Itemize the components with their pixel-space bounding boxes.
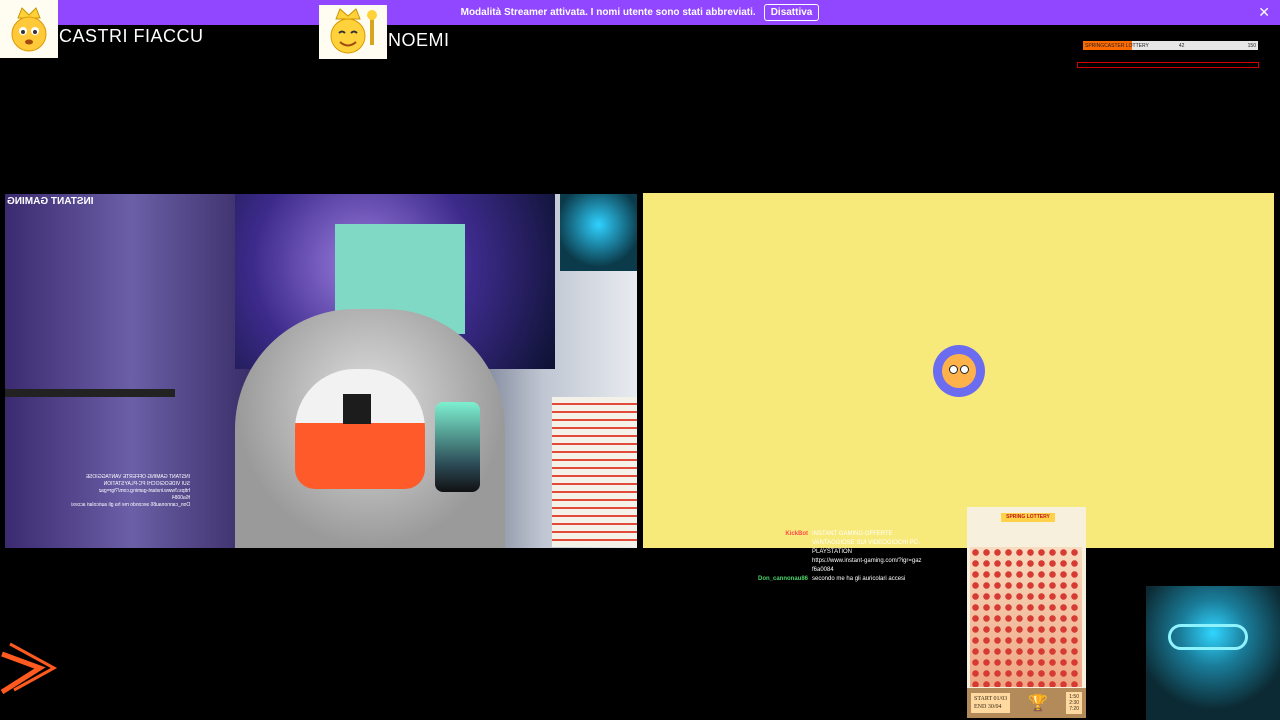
lottery-end-date: END 30/04 [974,704,1002,710]
chat-message: Don_cannonau86 secondo me ha gli auricol… [740,575,980,584]
cap-logo-icon [343,394,371,424]
lottery-progress-bar: SPRINGCASTER LOTTERY 42 150 [1083,41,1258,50]
stream-video-left[interactable]: INSTANT GAMING INSTANT GAMING OFFERTE VA… [5,194,637,548]
chat-text: INSTANT GAMING OFFERTE VANTAGGIOSE SUI V… [812,531,921,555]
lottery-start-date: START 01/03 [974,696,1008,702]
crowned-emoji-icon [330,8,377,54]
chat-message: KickBot INSTANT GAMING OFFERTE VANTAGGIO… [740,530,980,557]
mirrored-chat-overlay: INSTANT GAMING OFFERTE VANTAGGIOSE SUI V… [40,474,190,509]
streamer-mode-banner: Modalità Streamer attivata. I nomi utent… [0,0,1280,25]
mascot-face-icon [941,353,976,388]
goggles [1168,624,1248,650]
lottery-bar-current: 42 [1178,42,1185,49]
stream-video-right[interactable] [643,193,1274,548]
lottery-time: 7:20 [1069,706,1079,712]
chat-username: KickBot [785,531,808,537]
chat-message: https://www.instant-gaming.com/?igr=gaz [740,557,980,566]
mirrored-chat-line: f6a0084 [171,495,190,501]
lottery-bar-total: 150 [1247,42,1256,49]
chat-overlay: KickBot INSTANT GAMING OFFERTE VANTAGGIO… [740,530,980,584]
brand-logo-icon [0,642,58,695]
close-icon[interactable]: ✕ [1258,4,1270,20]
chat-username [740,566,808,575]
stream-logo-text: INSTANT GAMING [7,196,94,207]
microphone [435,402,480,492]
lottery-dates: START 01/03 END 30/04 [971,693,1011,713]
shelf [5,389,175,397]
streamer-cap [295,369,425,489]
lottery-times: 1:50 2:30 7:20 [1066,692,1082,714]
lottery-outline-box [1077,62,1259,68]
mirrored-chat-line: SUI VIDEOGIOCHI PC-PLAYSTATION [103,481,190,487]
mirrored-chat-line: Don_cannonau86 secondo me ha gli auricol… [71,502,190,508]
mirrored-chat-line: INSTANT GAMING OFFERTE VANTAGGIOSE [85,474,190,480]
chat-text: https://www.instant-gaming.com/?igr=gaz [812,558,922,564]
player-name-1: CASTRI FIACCU [59,26,204,46]
lottery-card-footer: START 01/03 END 30/04 🏆 1:50 2:30 7:20 [967,688,1086,718]
lottery-number-grid [970,547,1082,687]
player-avatar-1 [0,0,58,58]
webcam-overlay [560,194,637,271]
trophy-icon: 🏆 [1028,695,1049,712]
streamer-mode-message: Modalità Streamer attivata. I nomi utent… [460,7,756,18]
crowned-emoji-icon [11,7,47,52]
chat-username [740,557,808,566]
webcam-bottom-right [1146,586,1280,720]
player-avatar-2 [319,5,387,59]
chat-username: Don_cannonau86 [757,576,808,582]
chat-text: secondo me ha gli auricolari accesi [812,576,906,582]
lottery-card-title: SPRING LOTTERY [1001,513,1055,522]
player-name-2: NOEMI [388,30,450,50]
chat-message: f6a0084 [740,566,980,575]
lottery-bar-label: SPRINGCASTER LOTTERY [1085,42,1149,49]
disable-streamer-mode-button[interactable]: Disattiva [763,4,820,21]
lottery-card-overlay [552,397,637,547]
channel-logo-icon [932,344,985,397]
mirrored-chat-line: https://www.instant-gaming.com/?igr=gaz [98,488,190,494]
lottery-card: SPRING LOTTERY START 01/03 END 30/04 🏆 1… [967,507,1086,718]
chat-text: f6a0084 [812,567,834,573]
